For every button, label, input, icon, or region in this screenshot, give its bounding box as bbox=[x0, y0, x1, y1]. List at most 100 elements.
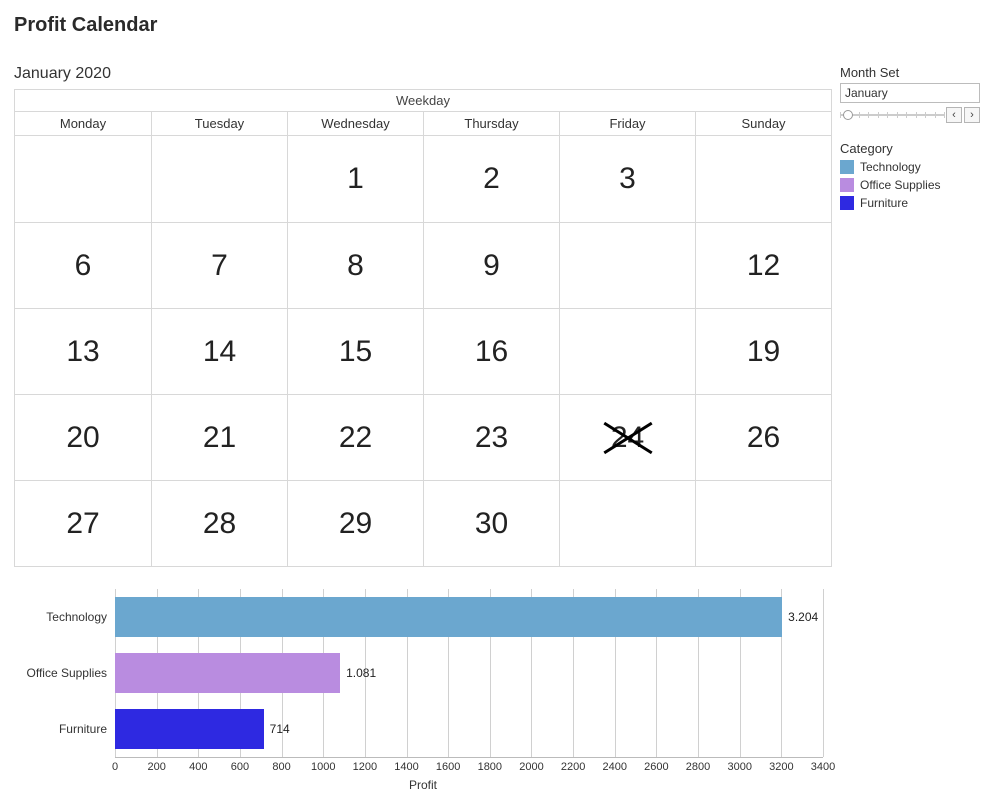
calendar-cell[interactable]: 28 bbox=[151, 480, 287, 566]
chart-value-label: 3.204 bbox=[788, 610, 818, 624]
month-select-value: January bbox=[845, 86, 888, 100]
legend-swatch-icon bbox=[840, 178, 854, 192]
month-subtitle: January 2020 bbox=[14, 65, 832, 83]
calendar-cell[interactable]: 22 bbox=[287, 394, 423, 480]
calendar-cell[interactable]: 23 bbox=[423, 394, 559, 480]
calendar-cell[interactable]: 2 bbox=[423, 136, 559, 222]
legend-label: Furniture bbox=[860, 196, 908, 210]
calendar-cell[interactable]: 6 bbox=[15, 222, 151, 308]
day-number: 2 bbox=[483, 162, 500, 196]
calendar-header: Weekday bbox=[15, 90, 831, 112]
calendar-cell[interactable] bbox=[151, 136, 287, 222]
axis-tick: 3000 bbox=[727, 761, 751, 773]
day-number: 27 bbox=[66, 507, 99, 541]
day-number: 20 bbox=[66, 421, 99, 455]
day-number: 6 bbox=[75, 249, 92, 283]
axis-tick: 800 bbox=[272, 761, 290, 773]
day-number: 7 bbox=[211, 249, 228, 283]
legend-swatch-icon bbox=[840, 160, 854, 174]
calendar-cell[interactable]: 9 bbox=[423, 222, 559, 308]
calendar-cell[interactable]: 8 bbox=[287, 222, 423, 308]
calendar-cell[interactable]: 3 bbox=[559, 136, 695, 222]
weekday-header: Wednesday bbox=[287, 112, 423, 136]
axis-tick: 1400 bbox=[394, 761, 418, 773]
calendar-cell[interactable]: 26 bbox=[695, 394, 831, 480]
chart-bar[interactable]: 714 bbox=[115, 709, 264, 749]
day-number: 14 bbox=[203, 335, 236, 369]
legend-label: Office Supplies bbox=[860, 178, 941, 192]
chart-x-axis-label: Profit bbox=[14, 778, 832, 792]
axis-tick: 1000 bbox=[311, 761, 335, 773]
calendar-cell[interactable]: 13 bbox=[15, 308, 151, 394]
chart-bar[interactable]: 3.204 bbox=[115, 597, 782, 637]
axis-tick: 1800 bbox=[478, 761, 502, 773]
day-number: 8 bbox=[347, 249, 364, 283]
axis-tick: 3400 bbox=[811, 761, 835, 773]
weekday-header: Friday bbox=[559, 112, 695, 136]
slider-thumb-icon[interactable] bbox=[843, 110, 853, 120]
day-number: 26 bbox=[747, 421, 780, 455]
month-select[interactable]: January bbox=[840, 83, 980, 103]
chart-value-label: 1.081 bbox=[346, 666, 376, 680]
chart-category-label: Office Supplies bbox=[19, 666, 115, 680]
day-number: 16 bbox=[475, 335, 508, 369]
calendar-cell[interactable]: 21 bbox=[151, 394, 287, 480]
day-number: 1 bbox=[347, 162, 364, 196]
prev-month-button[interactable]: ‹ bbox=[946, 107, 962, 123]
day-number: 29 bbox=[339, 507, 372, 541]
day-number: 15 bbox=[339, 335, 372, 369]
calendar-cell[interactable]: 24 bbox=[559, 394, 695, 480]
day-number: 23 bbox=[475, 421, 508, 455]
legend-item[interactable]: Technology bbox=[840, 158, 980, 176]
axis-tick: 600 bbox=[231, 761, 249, 773]
weekday-header: Tuesday bbox=[151, 112, 287, 136]
legend-label: Technology bbox=[860, 160, 921, 174]
day-number: 12 bbox=[747, 249, 780, 283]
calendar-cell[interactable]: 20 bbox=[15, 394, 151, 480]
chart-row: Technology3.204 bbox=[19, 589, 832, 645]
next-month-button[interactable]: › bbox=[964, 107, 980, 123]
axis-tick: 0 bbox=[112, 761, 118, 773]
calendar-cell[interactable] bbox=[559, 480, 695, 566]
calendar-cell[interactable]: 12 bbox=[695, 222, 831, 308]
calendar-cell[interactable]: 30 bbox=[423, 480, 559, 566]
chart-row: Office Supplies1.081 bbox=[19, 645, 832, 701]
calendar-cell[interactable] bbox=[695, 136, 831, 222]
chevron-right-icon: › bbox=[970, 109, 974, 121]
axis-tick: 2400 bbox=[603, 761, 627, 773]
axis-tick: 200 bbox=[147, 761, 165, 773]
calendar-cell[interactable]: 7 bbox=[151, 222, 287, 308]
day-number: 13 bbox=[66, 335, 99, 369]
axis-tick: 2600 bbox=[644, 761, 668, 773]
calendar-cell[interactable] bbox=[15, 136, 151, 222]
month-filter-title: Month Set bbox=[840, 65, 980, 80]
axis-tick: 2000 bbox=[519, 761, 543, 773]
chart-bar[interactable]: 1.081 bbox=[115, 653, 340, 693]
day-number: 28 bbox=[203, 507, 236, 541]
calendar-cell[interactable]: 27 bbox=[15, 480, 151, 566]
page-title: Profit Calendar bbox=[14, 14, 980, 37]
calendar-cell[interactable] bbox=[559, 222, 695, 308]
calendar-cell[interactable]: 15 bbox=[287, 308, 423, 394]
calendar: Weekday MondayTuesdayWednesdayThursdayFr… bbox=[14, 89, 832, 567]
calendar-cell[interactable] bbox=[559, 308, 695, 394]
chart-category-label: Technology bbox=[19, 610, 115, 624]
legend-swatch-icon bbox=[840, 196, 854, 210]
legend-item[interactable]: Furniture bbox=[840, 194, 980, 212]
calendar-cell[interactable]: 14 bbox=[151, 308, 287, 394]
profit-bar-chart: Technology3.204Office Supplies1.081Furni… bbox=[14, 589, 832, 792]
axis-tick: 1200 bbox=[353, 761, 377, 773]
month-slider[interactable] bbox=[840, 108, 944, 122]
calendar-cell[interactable]: 16 bbox=[423, 308, 559, 394]
weekday-header: Monday bbox=[15, 112, 151, 136]
day-number: 22 bbox=[339, 421, 372, 455]
axis-tick: 3200 bbox=[769, 761, 793, 773]
calendar-cell[interactable]: 19 bbox=[695, 308, 831, 394]
calendar-cell[interactable]: 1 bbox=[287, 136, 423, 222]
legend-item[interactable]: Office Supplies bbox=[840, 176, 980, 194]
chart-row: Furniture714 bbox=[19, 701, 832, 757]
calendar-cell[interactable] bbox=[695, 480, 831, 566]
axis-tick: 1600 bbox=[436, 761, 460, 773]
chart-value-label: 714 bbox=[270, 722, 290, 736]
calendar-cell[interactable]: 29 bbox=[287, 480, 423, 566]
